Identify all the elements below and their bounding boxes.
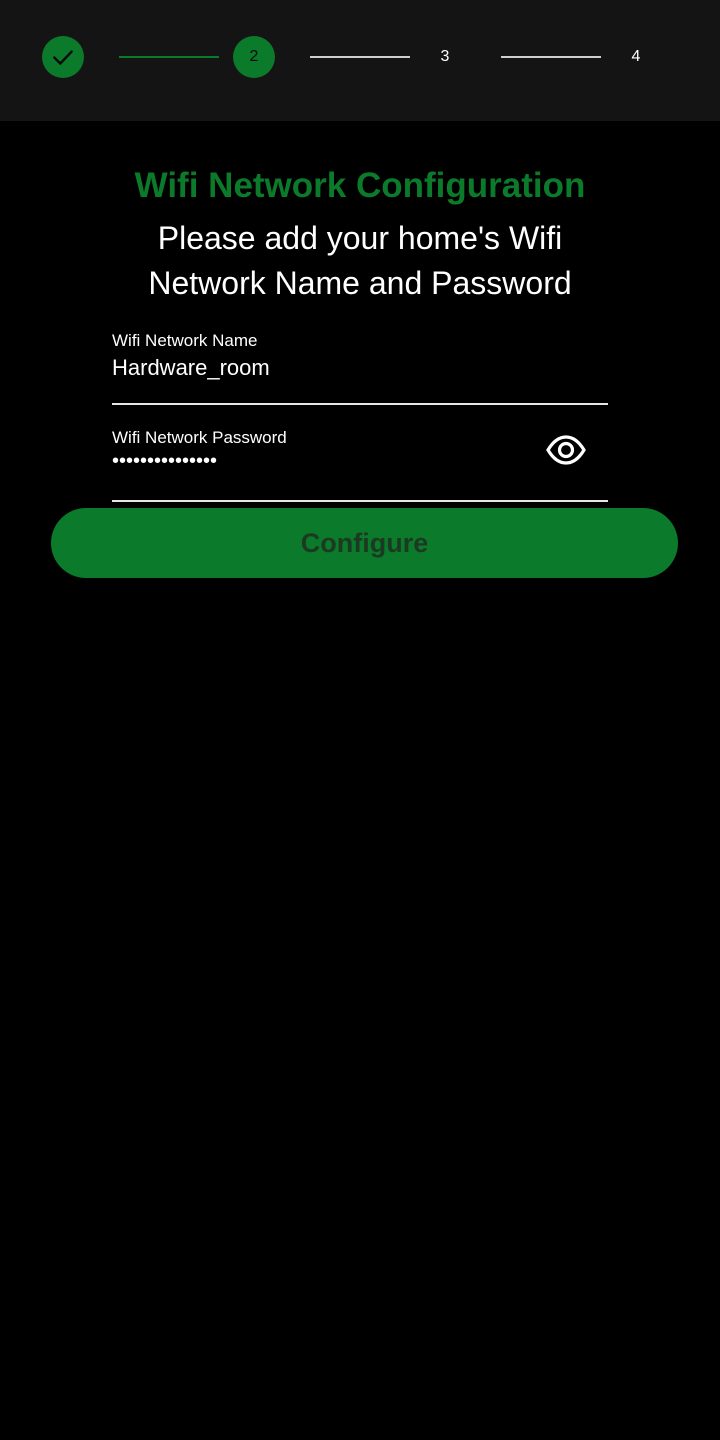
password-input[interactable]: ••••••••••••••• [112,450,217,473]
step-connector-3 [501,56,601,58]
step-4[interactable]: 4 [615,36,657,78]
eye-icon[interactable] [546,434,586,466]
step-2-active[interactable]: 2 [233,36,275,78]
step-connector-1 [119,56,219,58]
ssid-field[interactable]: Wifi Network Name Hardware_room [112,321,608,405]
step-connector-2 [310,56,410,58]
step-2-label: 2 [249,48,259,65]
password-label: Wifi Network Password [112,428,287,447]
stepper: 2 3 4 [0,0,720,121]
step-3-label: 3 [440,48,450,65]
page-subtitle: Please add your home's Wifi Network Name… [148,220,572,301]
step-1-complete[interactable] [42,36,84,78]
configure-button[interactable]: Configure [51,508,678,578]
password-field[interactable]: Wifi Network Password ••••••••••••••• [112,418,608,502]
ssid-input[interactable]: Hardware_room [112,355,270,381]
checkmark-icon [53,50,73,65]
page-title: Wifi Network Configuration [134,166,586,205]
step-3[interactable]: 3 [424,36,466,78]
ssid-label: Wifi Network Name [112,331,258,350]
step-4-label: 4 [631,48,641,65]
